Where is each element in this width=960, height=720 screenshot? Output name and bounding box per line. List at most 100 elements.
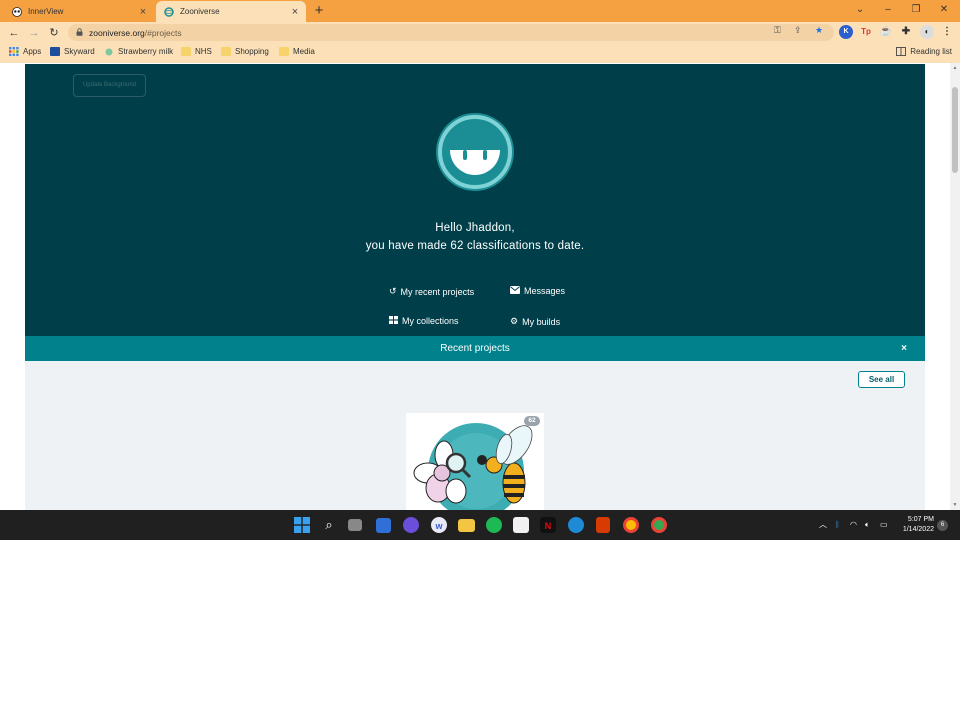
tab-zooniverse[interactable]: Zooniverse × [156,1,306,22]
forward-icon[interactable]: → [25,24,43,42]
tab-title: InnerView [28,7,64,16]
bookmark-skyward[interactable]: Skyward [50,47,95,56]
link-label: My builds [522,316,561,327]
project-card[interactable]: 62 [406,413,544,510]
classification-count-badge: 62 [524,416,540,426]
my-collections-link[interactable]: My collections [389,316,459,326]
tab-title: Zooniverse [180,7,220,16]
bookmark-label: NHS [195,47,212,56]
see-all-button[interactable]: See all [858,371,905,388]
bookmark-apps[interactable]: Apps [9,47,41,56]
classification-count-line: you have made 62 classifications to date… [365,240,585,252]
window-close-icon[interactable]: ✕ [930,0,958,22]
extension-k-icon[interactable]: K [839,25,853,39]
volume-icon[interactable]: 🔈︎ [865,510,870,540]
page-scrollbar[interactable]: ▲ ▼ [950,63,960,510]
back-icon[interactable]: ← [5,24,23,42]
envelope-icon [510,286,520,296]
system-clock[interactable]: 5:07 PM 1/14/2022 [903,515,934,535]
bluetooth-icon[interactable]: ᛒ [835,510,840,540]
notification-count-badge[interactable]: 6 [937,520,948,531]
bookmark-label: Shopping [235,47,269,56]
teams-chat-icon[interactable] [403,517,419,533]
reading-list-label: Reading list [910,47,952,56]
link-label: My recent projects [400,286,475,297]
update-background-button[interactable]: Update Background [73,74,146,97]
key-icon[interactable]: ⚿ [774,25,781,36]
restore-icon[interactable]: ❐ [902,0,930,22]
bookmark-nhs[interactable]: NHS [181,47,212,56]
microsoft-store-icon[interactable] [513,517,529,533]
my-recent-projects-link[interactable]: ↺ My recent projects [389,286,474,297]
app-w-icon[interactable]: w [431,517,447,533]
chrome-profile-icon[interactable] [651,517,667,533]
scroll-up-arrow-icon[interactable]: ▲ [950,65,960,71]
screen: InnerView × Zooniverse × + ⌄ – ❐ ✕ ← → ↻… [0,0,960,540]
bookmark-media[interactable]: Media [279,47,315,56]
folder-icon [279,47,289,56]
bookmark-strawberry-milk[interactable]: Strawberry milk [104,47,173,56]
share-icon[interactable]: ⇪ [794,25,802,36]
messages-link[interactable]: Messages [510,286,565,296]
netflix-icon[interactable]: N [540,517,556,533]
gear-icon: ⚙ [510,316,519,326]
extensions-puzzle-icon[interactable]: ✚ [899,25,913,39]
link-label: My collections [402,316,459,326]
extension-cup-icon[interactable]: ☕ [879,25,893,39]
extension-tp-icon[interactable]: Tp [859,25,873,39]
bookmark-star-icon[interactable]: ★ [815,25,823,36]
task-view-icon[interactable] [348,519,362,531]
zooniverse-favicon-icon [164,6,174,17]
windows-taskbar: ⌕ w N ︿ ᛒ ◠ 🔈︎ ▭ 5:07 PM 1/14/2022 6 [0,510,960,540]
reload-icon[interactable]: ↻ [45,24,63,42]
lock-icon [76,27,83,38]
minimize-icon[interactable]: – [874,0,902,22]
url-host: zooniverse.org [89,27,145,38]
greeting: Hello Jhaddon, you have made 62 classifi… [25,219,925,255]
file-explorer-icon[interactable] [458,519,475,532]
widgets-icon[interactable] [376,518,391,533]
tab-close-icon[interactable]: × [136,6,150,18]
bee-orchid-project-image-icon [413,423,533,510]
recent-projects-header: Recent projects × [25,336,925,361]
scroll-down-arrow-icon[interactable]: ▼ [950,502,960,508]
office-icon[interactable] [596,517,610,533]
new-tab-icon[interactable]: + [310,2,328,20]
bookmark-label: Apps [23,47,42,56]
my-builds-link[interactable]: ⚙ My builds [510,316,560,327]
browser-tab-strip: InnerView × Zooniverse × + ⌄ – ❐ ✕ [0,0,960,22]
recent-projects-title: Recent projects [440,343,510,354]
bookmark-label: Media [293,47,315,56]
tab-innerview[interactable]: InnerView × [4,1,154,22]
address-bar[interactable]: zooniverse.org/#projects ⚿ ⇪ ★ [68,24,834,41]
browser-menu-icon[interactable]: ⋮ [940,25,954,39]
search-icon[interactable]: ⌕ [320,516,338,534]
edge-icon[interactable] [568,517,584,533]
bookmark-label: Strawberry milk [118,47,174,56]
link-label: Messages [524,286,566,296]
wifi-icon[interactable]: ◠ [850,510,857,540]
greeting-line: Hello Jhaddon, [435,222,515,234]
reading-list[interactable]: Reading list [896,47,952,56]
scroll-thumb[interactable] [952,87,958,173]
browser-toolbar: ← → ↻ zooniverse.org/#projects ⚿ ⇪ ★ K T… [0,22,960,43]
bookmark-label: Skyward [64,47,95,56]
folder-icon [181,47,191,56]
avatar [436,113,514,191]
battery-icon[interactable]: ▭ [880,510,888,540]
tray-chevron-icon[interactable]: ︿ [819,510,827,540]
tab-search-chevron-icon[interactable]: ⌄ [846,0,874,22]
windows-start-icon[interactable] [293,516,311,534]
close-icon[interactable]: × [901,336,907,361]
bookmark-shopping[interactable]: Shopping [221,47,269,56]
chrome-icon[interactable] [623,517,639,533]
clock-date: 1/14/2022 [902,526,934,533]
tab-close-icon[interactable]: × [288,6,302,18]
skyward-icon [50,47,60,56]
spotify-icon[interactable] [486,517,502,533]
folder-icon [221,47,231,56]
profile-avatar-icon[interactable]: ◐ [920,25,934,39]
zooniverse-default-avatar-icon [438,115,512,189]
clock-time: 5:07 PM [907,516,934,523]
strawberry-icon [104,47,114,56]
